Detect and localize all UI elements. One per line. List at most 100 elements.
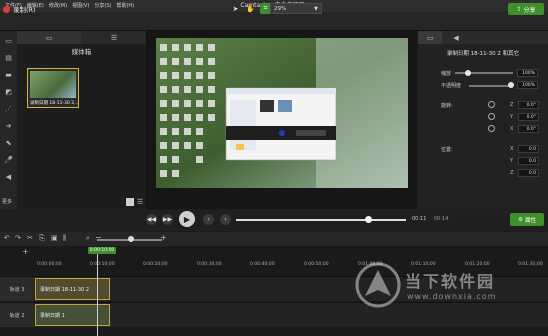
record-dot-icon [3, 5, 10, 13]
preview-image [156, 38, 408, 188]
record-label: 录制(R) [13, 6, 36, 14]
more-label[interactable]: 更多 [2, 198, 12, 205]
grid-view-icon[interactable] [126, 198, 134, 206]
rot-axis-x: X [510, 126, 514, 132]
play-button[interactable]: ▶ [179, 211, 195, 227]
chevron-down-icon: ▼ [314, 6, 318, 12]
list-view-icon[interactable]: ☰ [137, 198, 143, 206]
position-x-value[interactable]: 0.0 [518, 145, 539, 153]
rotate-z-icon[interactable] [488, 101, 495, 108]
position-y-value[interactable]: 0.0 [518, 157, 539, 165]
watermark-logo [355, 262, 401, 308]
ruler-tick: 0:00:00;00 [37, 262, 62, 267]
timeline-zoom-knob[interactable] [128, 236, 134, 242]
timeline-toolbar [0, 232, 548, 246]
cut-icon[interactable]: ✂ [27, 234, 33, 242]
thumbnail-label: 录制日期 18-11-30 2... [30, 101, 78, 106]
media-tab-icon[interactable]: ▭ [17, 31, 81, 44]
share-icon: ⇪ [516, 5, 522, 13]
properties-title: 录制日期 18-11-30 2 和其它 [446, 51, 520, 57]
next-icon[interactable]: › [220, 214, 231, 225]
scale-slider-knob[interactable] [465, 70, 471, 76]
ruler-tick: 0:00:30;00 [197, 262, 222, 267]
pos-axis-x: X [510, 146, 514, 152]
rot-axis-y: Y [510, 114, 514, 120]
audio-properties-tab-icon[interactable]: ◀ [444, 31, 468, 44]
split-icon[interactable]: ⫼ [63, 234, 66, 243]
ruler-tick: 0:00:10;00 [90, 262, 115, 267]
library-icon[interactable]: ▤ [3, 53, 14, 63]
properties-button-label: 属性 [524, 217, 536, 224]
watermark-url: www.downxia.com [407, 292, 497, 301]
animations-icon[interactable]: ➔ [3, 121, 14, 131]
canvas-tools: ➤ ✋ ⌗ [230, 3, 271, 14]
zoom-dropdown[interactable]: 29% ▼ [270, 3, 322, 14]
video-preview[interactable] [156, 38, 408, 188]
opacity-value[interactable]: 100% [517, 81, 538, 89]
zoom-value: 29% [274, 6, 287, 12]
gear-icon: ⚙ [518, 216, 523, 223]
scale-label: 缩放 [441, 71, 452, 77]
pointer-icon[interactable]: ➤ [230, 3, 241, 14]
voice-narration-icon[interactable]: 🎤 [3, 155, 14, 165]
transitions-icon[interactable]: ◩ [3, 87, 14, 97]
step-forward-icon[interactable]: ▶▶ [162, 214, 173, 225]
properties-button[interactable]: ⚙ 属性 [510, 213, 544, 226]
media-bin-panel [17, 31, 147, 209]
track-header[interactable]: 轨道 3 [0, 277, 34, 301]
hand-pan-icon[interactable]: ✋ [245, 3, 256, 14]
audio-effects-icon[interactable]: ◀ [3, 172, 14, 182]
library-tab-icon[interactable]: ☰ [82, 31, 146, 44]
track-header[interactable]: 轨道 2 [0, 303, 34, 327]
cursor-effects-icon[interactable]: ⬉ [3, 138, 14, 148]
position-z-value[interactable]: 0.0 [518, 169, 539, 177]
ruler-tick: 0:00:50;00 [304, 262, 329, 267]
rotate-y-icon[interactable] [488, 113, 495, 120]
record-button[interactable]: 录制(R) [3, 3, 36, 15]
rotation-label: 旋转: [441, 103, 453, 109]
menu-share[interactable]: 分享(S) [94, 0, 111, 12]
media-bin-title: 媒体箱 [71, 48, 92, 56]
opacity-slider[interactable] [469, 85, 513, 87]
annotations-icon[interactable]: ▬ [3, 70, 14, 80]
share-button[interactable]: ⇪ 分享 [508, 3, 544, 15]
visual-properties-tab-icon[interactable]: ▭ [418, 31, 442, 44]
watermark: 当下软件园 www.downxia.com [355, 262, 545, 336]
undo-icon[interactable]: ↶ [4, 234, 10, 242]
playhead-time[interactable]: 0:00:10;00 [88, 247, 116, 254]
scale-slider[interactable] [455, 72, 513, 74]
rot-axis-z: Z [510, 102, 514, 108]
rotation-y-value[interactable]: 0.0° [518, 113, 539, 121]
step-back-icon[interactable]: ◀◀ [146, 214, 157, 225]
pos-axis-z: Z [510, 170, 514, 176]
media-icon[interactable]: ▭ [3, 36, 14, 46]
rotate-x-icon[interactable] [488, 125, 495, 132]
previous-icon[interactable]: ‹ [203, 214, 214, 225]
scrub-track[interactable] [236, 219, 406, 221]
copy-icon[interactable]: ⎘ [39, 234, 45, 243]
rotation-x-value[interactable]: 0.0° [518, 125, 539, 133]
opacity-label: 不透明度 [441, 83, 462, 89]
behaviors-icon[interactable]: ⋰ [3, 104, 14, 114]
ruler-tick: 0:00:40;00 [250, 262, 275, 267]
menu-help[interactable]: 帮助(H) [116, 0, 134, 12]
add-track-icon[interactable]: + [22, 247, 29, 256]
watermark-text: 当下软件园 [405, 272, 496, 291]
timeline-clip[interactable]: 录制日期 18-11-30 2 [35, 278, 110, 300]
menu-modify[interactable]: 修改(M) [49, 0, 67, 12]
timeline-clip[interactable]: 录制日期 1 [35, 304, 110, 326]
zoom-in-icon[interactable]: + [160, 233, 167, 242]
thumbnail-image [30, 71, 76, 98]
paste-icon[interactable]: ▣ [51, 234, 58, 242]
playhead-line[interactable] [97, 254, 98, 336]
redo-icon[interactable]: ↷ [15, 234, 21, 242]
media-thumbnail[interactable]: 录制日期 18-11-30 2... [27, 68, 79, 108]
current-time: 00:11 [412, 216, 427, 222]
media-bin-tabs: ▭ ☰ [17, 31, 146, 44]
menu-view[interactable]: 视图(V) [72, 0, 89, 12]
opacity-slider-knob[interactable] [508, 82, 514, 88]
position-label: 位置: [441, 147, 453, 153]
zoom-search-icon[interactable]: ⌕ [86, 234, 90, 243]
rotation-z-value[interactable]: 0.0° [518, 101, 539, 109]
scale-value[interactable]: 100% [517, 69, 538, 77]
